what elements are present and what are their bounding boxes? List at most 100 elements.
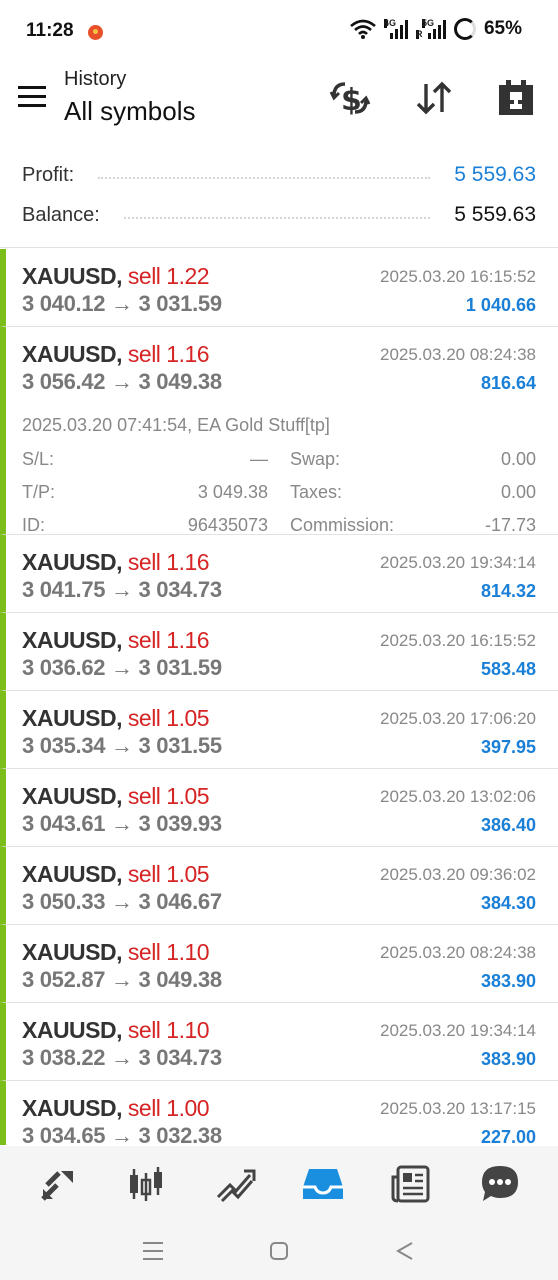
id-label: ID: bbox=[22, 515, 46, 535]
deal-direction: sell 1.05 bbox=[127, 861, 210, 887]
deal-row[interactable]: XAUUSD, sell 1.05 3 050.33 → 3 046.67 20… bbox=[0, 847, 558, 925]
taxes-label: Taxes: bbox=[290, 482, 343, 502]
deal-symbol: XAUUSD, bbox=[22, 549, 123, 575]
messages-icon bbox=[481, 1166, 518, 1201]
home-button[interactable] bbox=[259, 1231, 299, 1271]
tab-messages[interactable] bbox=[474, 1158, 526, 1210]
taxes-value: 0.00 bbox=[500, 482, 536, 502]
signal-5g-label: 5G bbox=[421, 18, 434, 28]
deal-direction: sell 1.16 bbox=[127, 549, 210, 575]
signal-4g-icon: 4G bbox=[383, 19, 408, 39]
quotes-icon bbox=[41, 1171, 74, 1201]
profit-value: 5 559.63 bbox=[454, 163, 536, 186]
swap-label: Swap: bbox=[290, 449, 341, 469]
currency-exchange-button[interactable]: $ bbox=[328, 76, 372, 120]
dotted-leader bbox=[98, 177, 431, 179]
deal-time: 2025.03.20 13:02:06 bbox=[380, 787, 536, 806]
signal-5g-icon: R 5G bbox=[415, 18, 446, 39]
balance-row: Balance: 5 559.63 bbox=[22, 195, 536, 235]
deal-symbol: XAUUSD, bbox=[22, 263, 123, 289]
swap-value: 0.00 bbox=[500, 449, 536, 469]
deal-time: 2025.03.20 08:24:38 bbox=[380, 345, 536, 364]
deal-row[interactable]: XAUUSD, sell 1.16 3 036.62 → 3 031.59 20… bbox=[0, 613, 558, 691]
deal-symbol: XAUUSD, bbox=[22, 705, 123, 731]
deal-profit: 386.40 bbox=[480, 815, 536, 835]
deal-symbol: XAUUSD, bbox=[22, 783, 123, 809]
deal-time: 2025.03.20 16:15:52 bbox=[380, 631, 536, 650]
news-icon bbox=[391, 1165, 430, 1203]
deal-row-expanded[interactable]: XAUUSD, sell 1.16 3 056.42 → 3 049.38 20… bbox=[0, 327, 558, 535]
deal-time: 2025.03.20 09:36:02 bbox=[380, 865, 536, 884]
deal-profit: 583.48 bbox=[480, 659, 536, 679]
back-icon bbox=[395, 1242, 413, 1260]
calendar-button[interactable] bbox=[494, 76, 538, 120]
profit-row: Profit: 5 559.63 bbox=[22, 155, 536, 195]
deal-direction: sell 1.10 bbox=[127, 1017, 210, 1043]
deal-profit: 1 040.66 bbox=[465, 295, 536, 315]
deal-row[interactable]: XAUUSD, sell 1.10 3 038.22 → 3 034.73 20… bbox=[0, 1003, 558, 1081]
tab-chart[interactable] bbox=[120, 1158, 172, 1210]
recent-apps-icon bbox=[143, 1242, 163, 1260]
status-indicators: 4G R 5G 65% bbox=[350, 18, 522, 40]
deal-row[interactable]: XAUUSD, sell 1.10 3 052.87 → 3 049.38 20… bbox=[0, 925, 558, 1003]
tab-news[interactable] bbox=[385, 1158, 437, 1210]
deal-prices: 3 050.33 → 3 046.67 bbox=[22, 889, 222, 914]
account-summary: Profit: 5 559.63 Balance: 5 559.63 bbox=[0, 152, 558, 248]
deal-profit: 384.30 bbox=[480, 893, 536, 913]
tab-history[interactable] bbox=[297, 1158, 349, 1210]
deal-profit: 816.64 bbox=[480, 373, 536, 393]
deal-profit: 814.32 bbox=[480, 581, 536, 601]
deal-prices: 3 041.75 → 3 034.73 bbox=[22, 577, 222, 602]
id-value: 96435073 bbox=[187, 515, 268, 535]
recent-apps-button[interactable] bbox=[133, 1231, 173, 1271]
deal-row[interactable]: XAUUSD, sell 1.22 3 040.12 → 3 031.59 20… bbox=[0, 249, 558, 327]
back-button[interactable] bbox=[385, 1231, 425, 1271]
deal-direction: sell 1.16 bbox=[127, 341, 210, 367]
deal-time: 2025.03.20 19:34:14 bbox=[380, 1021, 536, 1040]
dotted-leader bbox=[123, 217, 431, 219]
commission-label: Commission: bbox=[290, 515, 395, 535]
deal-open-info: 2025.03.20 07:41:54, EA Gold Stuff[tp] bbox=[22, 415, 330, 435]
system-navigation bbox=[0, 1222, 558, 1280]
tp-value: 3 049.38 bbox=[197, 482, 268, 502]
tab-trade[interactable] bbox=[209, 1158, 261, 1210]
sort-icon bbox=[416, 81, 452, 115]
deal-profit: 383.90 bbox=[480, 1049, 536, 1069]
battery-percent: 65% bbox=[483, 18, 522, 39]
deal-direction: sell 1.00 bbox=[127, 1095, 210, 1121]
deals-list[interactable]: XAUUSD, sell 1.22 3 040.12 → 3 031.59 20… bbox=[0, 249, 558, 1145]
deal-time: 2025.03.20 13:17:15 bbox=[380, 1099, 536, 1118]
tp-label: T/P: bbox=[22, 482, 56, 502]
deal-row[interactable]: XAUUSD, sell 1.00 3 034.65 → 3 032.38 20… bbox=[0, 1081, 558, 1145]
currency-exchange-icon: $ bbox=[329, 82, 371, 118]
deal-direction: sell 1.16 bbox=[127, 627, 210, 653]
deal-direction: sell 1.05 bbox=[127, 705, 210, 731]
deal-prices: 3 043.61 → 3 039.93 bbox=[22, 811, 222, 836]
status-bar: 11:28 4G R 5G 65% bbox=[0, 0, 558, 64]
deal-direction: sell 1.05 bbox=[127, 783, 210, 809]
tab-quotes[interactable] bbox=[32, 1158, 84, 1210]
bottom-navigation bbox=[0, 1146, 558, 1222]
deal-row[interactable]: XAUUSD, sell 1.05 3 035.34 → 3 031.55 20… bbox=[0, 691, 558, 769]
deal-symbol: XAUUSD, bbox=[22, 1017, 123, 1043]
deal-time: 2025.03.20 17:06:20 bbox=[380, 709, 536, 728]
deal-direction: sell 1.22 bbox=[127, 263, 210, 289]
balance-value: 5 559.63 bbox=[454, 203, 536, 226]
deal-time: 2025.03.20 16:15:52 bbox=[380, 267, 536, 286]
app-header: History All symbols $ bbox=[0, 64, 558, 144]
trade-icon bbox=[216, 1169, 256, 1203]
commission-value: -17.73 bbox=[484, 515, 536, 535]
sl-label: S/L: bbox=[22, 449, 55, 469]
deal-row[interactable]: XAUUSD, sell 1.05 3 043.61 → 3 039.93 20… bbox=[0, 769, 558, 847]
menu-icon[interactable] bbox=[18, 86, 46, 108]
deal-row[interactable]: XAUUSD, sell 1.16 3 041.75 → 3 034.73 20… bbox=[0, 535, 558, 613]
deal-prices: 3 035.34 → 3 031.55 bbox=[22, 733, 222, 758]
wifi-icon bbox=[350, 19, 376, 39]
deal-prices: 3 052.87 → 3 049.38 bbox=[22, 967, 222, 992]
deal-prices: 3 034.65 → 3 032.38 bbox=[22, 1123, 222, 1145]
deal-symbol: XAUUSD, bbox=[22, 341, 123, 367]
sort-button[interactable] bbox=[412, 76, 456, 120]
header-title[interactable]: All symbols bbox=[64, 96, 195, 127]
deal-prices: 3 036.62 → 3 031.59 bbox=[22, 655, 222, 680]
profit-label: Profit: bbox=[22, 163, 75, 186]
